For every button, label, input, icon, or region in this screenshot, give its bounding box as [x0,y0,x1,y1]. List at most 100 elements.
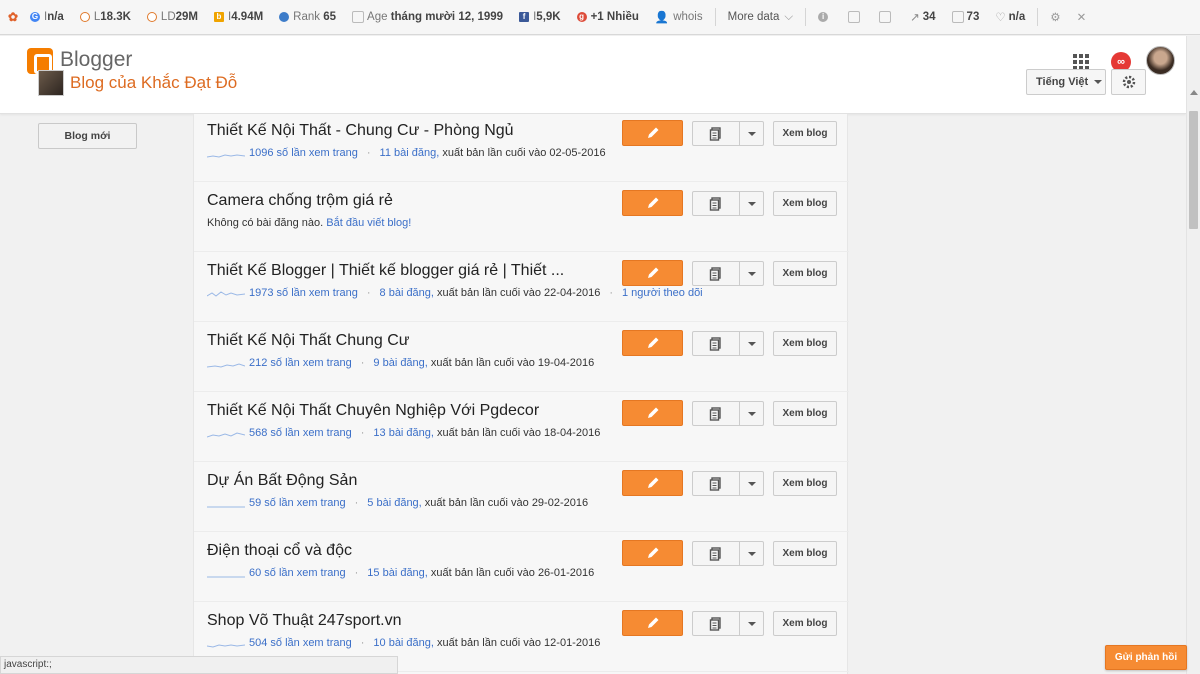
posts-link[interactable]: 9 bài đăng, [373,357,427,369]
seo-internal-links[interactable]: 73 [944,7,988,27]
seo-display[interactable] [840,7,871,27]
posts-list-button[interactable] [692,121,740,146]
blog-options-dropdown[interactable] [739,191,764,216]
pageviews-link[interactable]: 212 số lần xem trang [249,357,352,369]
blog-name[interactable]: Thiết Kế Nội Thất Chuyên Nghiệp Với Pgde… [207,402,539,420]
posts-list-button[interactable] [692,401,740,426]
blog-options-dropdown[interactable] [739,261,764,286]
posts-link[interactable]: 13 bài đăng, [373,427,434,439]
pencil-icon [647,407,658,418]
seo-bing-index[interactable]: b I 4.94M [206,7,271,27]
seoquake-logo-icon[interactable]: ✿ [8,10,22,24]
pageviews-link[interactable]: 1973 số lần xem trang [249,287,358,299]
pageviews-link[interactable]: 504 số lần xem trang [249,637,352,649]
seo-rank[interactable]: Rank 65 [271,7,344,27]
posts-list-button[interactable] [692,611,740,636]
seo-links[interactable]: L 18.3K [72,7,139,27]
send-feedback-button[interactable]: Gửi phản hồi [1105,645,1187,670]
language-label: Tiếng Việt [1036,76,1089,88]
blog-name[interactable]: Thiết Kế Blogger | Thiết kế blogger giá … [207,262,564,280]
blog-options-dropdown[interactable] [739,121,764,146]
view-blog-button[interactable]: Xem blog [773,121,837,146]
seo-love[interactable]: ♡ n/a [987,7,1033,27]
posts-link[interactable]: 5 bài đăng, [367,497,421,509]
blog-name[interactable]: Thiết Kế Nội Thất - Chung Cư - Phòng Ngủ [207,122,514,140]
user-avatar[interactable] [1146,46,1175,75]
view-blog-button[interactable]: Xem blog [773,471,837,496]
language-select[interactable]: Tiếng Việt [1026,69,1106,95]
links-icon [79,12,90,22]
blog-options-dropdown[interactable] [739,401,764,426]
seo-label: LD [160,11,176,23]
view-blog-button[interactable]: Xem blog [773,401,837,426]
seo-whois[interactable]: 👤 whois [647,7,711,27]
blog-title[interactable]: Blog của Khắc Đạt Đỗ [70,73,237,93]
view-blog-button[interactable]: Xem blog [773,261,837,286]
posts-link[interactable]: 11 bài đăng, [380,147,440,159]
blog-name[interactable]: Thiết Kế Nội Thất Chung Cư [207,332,410,350]
scroll-up-arrow-icon[interactable] [1190,90,1198,95]
posts-link[interactable]: 15 bài đăng, [367,567,428,579]
scrollbar-thumb[interactable] [1189,111,1198,229]
new-post-button[interactable] [622,540,683,566]
seo-close[interactable]: ✕ [1069,7,1095,27]
blog-options-dropdown[interactable] [739,471,764,496]
view-blog-button[interactable]: Xem blog [773,541,837,566]
more-data-dropdown[interactable]: More data ⌵ [720,7,802,27]
posts-list-button[interactable] [692,261,740,286]
view-blog-button[interactable]: Xem blog [773,331,837,356]
new-post-button[interactable] [622,470,683,496]
seo-toolbar: ✿ G In/a L 18.3K LD 29M b I 4.94M Rank 65 A… [0,0,1200,35]
new-post-button[interactable] [622,260,683,286]
seo-external-links[interactable]: ↗ 34 [902,7,943,27]
blog-row: Thiết Kế Nội Thất Chung Cư 212 số lần xem… [194,322,849,392]
page-scrollbar[interactable] [1186,36,1200,674]
posts-list-button[interactable] [692,471,740,496]
pageviews-link[interactable]: 568 số lần xem trang [249,427,352,439]
posts-list-button[interactable] [692,541,740,566]
seo-info[interactable]: i [810,7,840,27]
seo-value: n/a [47,11,64,23]
internal-link-icon [951,11,964,23]
pageviews-link[interactable]: 60 số lần xem trang [249,567,346,579]
seo-google-index[interactable]: G In/a [22,7,72,27]
posts-list-button[interactable] [692,331,740,356]
new-post-button[interactable] [622,610,683,636]
new-post-button[interactable] [622,190,683,216]
posts-link[interactable]: 8 bài đăng, [380,287,434,299]
posts-list-button[interactable] [692,191,740,216]
followers-link[interactable]: 1 người theo dõi [622,287,703,299]
posts-list-icon [709,126,721,141]
view-blog-button[interactable]: Xem blog [773,191,837,216]
pencil-icon [647,267,658,278]
blog-options-dropdown[interactable] [739,541,764,566]
blog-options-dropdown[interactable] [739,331,764,356]
blog-name[interactable]: Dự Án Bất Động Sản [207,472,357,490]
seo-linking-domains[interactable]: LD 29M [139,7,206,27]
seo-density[interactable] [871,7,902,27]
pageviews-link[interactable]: 1096 số lần xem trang [249,147,358,159]
chevron-down-icon [747,271,756,276]
new-post-button[interactable] [622,330,683,356]
blog-name[interactable]: Điện thoại cổ và độc [207,542,352,560]
new-post-button[interactable] [622,120,683,146]
start-blogging-link[interactable]: Bắt đầu viết blog! [326,217,411,229]
blog-options-dropdown[interactable] [739,611,764,636]
settings-button[interactable] [1111,69,1146,95]
blog-stats: 59 số lần xem trang · 5 bài đăng, xuất bản… [207,497,588,509]
blogger-logo-text[interactable]: Blogger [60,48,132,72]
seo-age[interactable]: Age tháng mười 12, 1999 [344,7,511,27]
view-blog-button[interactable]: Xem blog [773,611,837,636]
pageviews-link[interactable]: 59 số lần xem trang [249,497,346,509]
seo-value: 5,9K [536,11,561,23]
posts-link[interactable]: 10 bài đăng, [373,637,434,649]
seo-gplus[interactable]: g +1 Nhiều [569,7,647,27]
new-blog-button[interactable]: Blog mới [38,123,137,149]
blog-name[interactable]: Camera chống trộm giá rẻ [207,192,393,210]
new-post-button[interactable] [622,400,683,426]
seo-settings[interactable]: ⚙ [1042,7,1068,27]
blog-name[interactable]: Shop Võ Thuật 247sport.vn [207,612,402,630]
divider [805,8,807,26]
seo-facebook[interactable]: f I 5,9K [511,7,569,27]
apps-grid-icon[interactable] [1073,54,1089,70]
